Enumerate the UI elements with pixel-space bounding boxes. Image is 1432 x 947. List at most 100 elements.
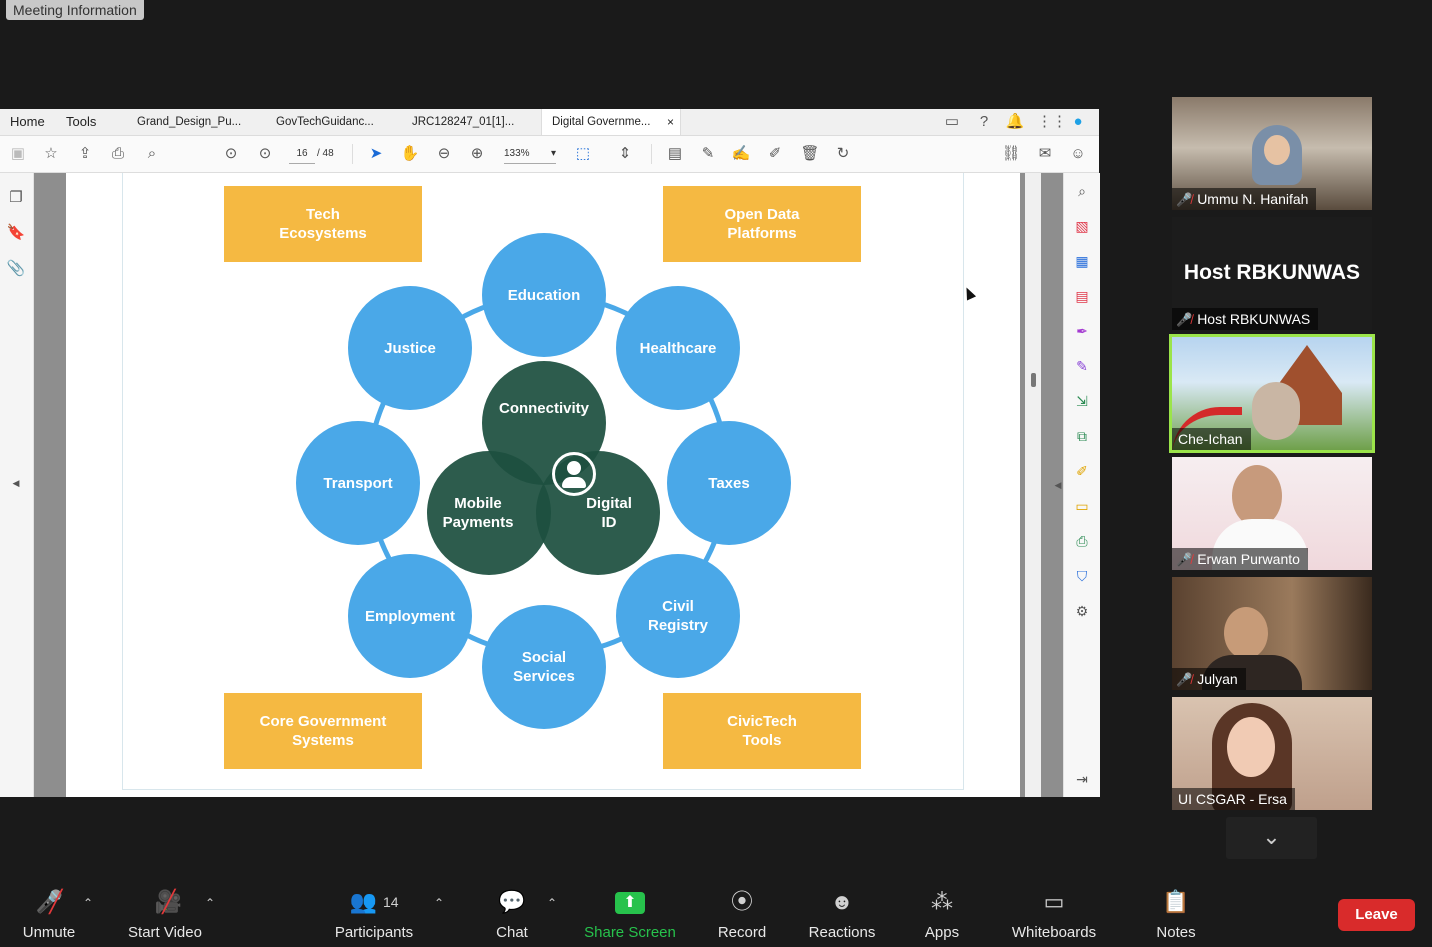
box-civictech-tools: CivicTech Tools xyxy=(663,693,861,769)
create-pdf-icon[interactable]: ▧ xyxy=(1072,216,1092,236)
zoom-in-icon[interactable]: ⊕ xyxy=(467,144,487,164)
user-share-icon[interactable]: ☺ xyxy=(1068,144,1088,164)
circle-employment: Employment xyxy=(348,554,472,678)
zoom-out-icon[interactable]: ⊖ xyxy=(434,144,454,164)
video-options-caret[interactable]: ⌃ xyxy=(205,896,215,910)
collapse-right-icon[interactable]: ◀ xyxy=(1048,475,1068,495)
share-screen-button[interactable]: ⬆ Share Screen xyxy=(582,884,678,941)
participants-options-caret[interactable]: ⌃ xyxy=(434,896,444,910)
compress-icon[interactable]: ⧉ xyxy=(1072,426,1092,446)
tab-jrc128247[interactable]: JRC128247_01[1]... xyxy=(412,109,522,135)
leave-button[interactable]: Leave xyxy=(1338,899,1415,931)
protect-icon[interactable]: ⛉ xyxy=(1072,566,1092,586)
edit-text-icon[interactable]: ✐ xyxy=(765,144,785,164)
organize-pages-icon[interactable]: ▤ xyxy=(1072,286,1092,306)
select-cursor-icon[interactable]: ➤ xyxy=(366,144,386,164)
reactions-button[interactable]: ☻ Reactions xyxy=(805,884,879,941)
comment-icon[interactable]: ▤ xyxy=(665,144,685,164)
expand-panel-icon[interactable]: ⇥ xyxy=(1072,769,1092,789)
collapse-left-icon[interactable]: ◀ xyxy=(6,473,26,493)
print-production-icon[interactable]: ⎙ xyxy=(1072,531,1092,551)
video-off-icon: 🎥╱ xyxy=(154,889,183,914)
prev-page-icon[interactable]: ⊙ xyxy=(221,144,241,164)
profile-icon[interactable]: ● xyxy=(1068,112,1088,132)
apps-grid-icon[interactable]: ⋮⋮ xyxy=(1037,112,1067,132)
fill-sign-icon[interactable]: ✎ xyxy=(1072,356,1092,376)
nav-home[interactable]: Home xyxy=(10,109,45,135)
search-icon[interactable]: ⌕ xyxy=(1072,181,1092,201)
export-pdf-icon[interactable]: ⇲ xyxy=(1072,391,1092,411)
muted-mic-icon: 🎤̸ xyxy=(1176,672,1193,687)
next-page-icon[interactable]: ⊙ xyxy=(255,144,275,164)
notes-button[interactable]: 📋 Notes xyxy=(1153,884,1199,941)
document-viewport[interactable]: Tech Ecosystems Open Data Platforms Core… xyxy=(34,173,1063,797)
more-tools-icon[interactable]: ⚙ xyxy=(1072,601,1092,621)
scroll-mode-icon[interactable]: ⇕ xyxy=(615,144,635,164)
unmute-button[interactable]: 🎤╱ Unmute xyxy=(18,884,80,941)
bell-icon[interactable]: 🔔 xyxy=(1005,112,1025,132)
share-screen-up-arrow-icon: ⬆ xyxy=(582,884,678,920)
chat-icon: 💬 xyxy=(498,889,526,914)
share-screen-icon[interactable]: ▭ xyxy=(942,112,962,132)
hand-tool-icon[interactable]: ✋ xyxy=(400,144,420,164)
tab-grand-design[interactable]: Grand_Design_Pu... xyxy=(137,109,247,135)
fit-page-icon[interactable]: ⬚ xyxy=(573,144,593,164)
zoom-search-icon[interactable]: ⌕ xyxy=(142,144,162,164)
comment-tool-icon[interactable]: ▭ xyxy=(1072,496,1092,516)
page-number-input[interactable]: 16 xyxy=(289,145,315,164)
page-total: / 48 xyxy=(317,148,334,159)
star-icon[interactable]: ☆ xyxy=(41,144,61,164)
box-tech-ecosystems: Tech Ecosystems xyxy=(224,186,422,262)
circle-social-services: Social Services xyxy=(482,605,606,729)
document-scrollbar[interactable] xyxy=(1025,173,1041,797)
box-open-data-platforms: Open Data Platforms xyxy=(663,186,861,262)
box-core-government-systems: Core Government Systems xyxy=(224,693,422,769)
email-icon[interactable]: ✉ xyxy=(1035,144,1055,164)
scroll-down-participants-button[interactable]: ⌄ xyxy=(1226,817,1317,859)
combine-files-icon[interactable]: ▦ xyxy=(1072,251,1092,271)
video-tile[interactable]: Host RBKUNWAS 🎤̸ Host RBKUNWAS xyxy=(1172,217,1372,330)
close-tab-icon[interactable]: × xyxy=(667,109,674,135)
video-tile[interactable]: UI CSGAR - Ersa xyxy=(1172,697,1372,810)
draw-icon[interactable]: ✍ xyxy=(731,144,751,164)
scroll-thumb[interactable] xyxy=(1031,373,1036,387)
start-video-button[interactable]: 🎥╱ Start Video xyxy=(122,884,208,941)
audio-options-caret[interactable]: ⌃ xyxy=(83,896,93,910)
attachment-icon[interactable]: 📎 xyxy=(6,259,26,279)
edit-pdf-icon[interactable]: ✐ xyxy=(1072,461,1092,481)
zoom-level-select[interactable]: 133% ▾ xyxy=(504,145,556,164)
video-tile[interactable]: 🎤̸ Erwan Purwanto xyxy=(1172,457,1372,570)
upload-icon[interactable]: ⇪ xyxy=(75,144,95,164)
record-button[interactable]: ⦿ Record xyxy=(715,884,769,941)
delete-icon[interactable]: 🗑 xyxy=(800,144,820,164)
muted-mic-icon: 🎤╱ xyxy=(35,889,64,914)
tab-govtech-guidance[interactable]: GovTechGuidanc... xyxy=(276,109,386,135)
highlight-pen-icon[interactable]: ✎ xyxy=(698,144,718,164)
muted-mic-icon: 🎤̸ xyxy=(1176,192,1193,207)
save-icon[interactable]: ▣ xyxy=(8,144,28,164)
pages-thumbnail-icon[interactable]: ❐ xyxy=(6,188,26,208)
print-icon[interactable]: ⎙ xyxy=(108,144,128,164)
whiteboards-button[interactable]: ▭ Whiteboards xyxy=(1008,884,1100,941)
rotate-icon[interactable]: ↻ xyxy=(833,144,853,164)
chat-options-caret[interactable]: ⌃ xyxy=(547,896,557,910)
apps-icon: ⁂ xyxy=(931,889,953,914)
request-signature-icon[interactable]: ✒ xyxy=(1072,321,1092,341)
bookmark-icon[interactable]: 🔖 xyxy=(6,223,26,243)
chevron-down-icon: ▾ xyxy=(550,148,556,159)
video-tile[interactable]: 🎤̸ Julyan xyxy=(1172,577,1372,690)
help-icon[interactable]: ? xyxy=(974,112,994,132)
link-icon[interactable]: ⛓ xyxy=(1001,144,1021,164)
circle-taxes: Taxes xyxy=(667,421,791,545)
participants-button[interactable]: 👥 14 Participants xyxy=(331,884,417,941)
nav-tools[interactable]: Tools xyxy=(66,109,96,135)
apps-button[interactable]: ⁂ Apps xyxy=(920,884,964,941)
video-tile[interactable]: 🎤̸ Ummu N. Hanifah xyxy=(1172,97,1372,210)
meeting-information-button[interactable]: Meeting Information xyxy=(6,0,144,20)
circle-civil-registry: Civil Registry xyxy=(616,554,740,678)
tab-digital-government[interactable]: Digital Governme... × xyxy=(541,109,681,135)
video-tile-active-speaker[interactable]: Che-Ichan xyxy=(1169,334,1375,453)
chat-button[interactable]: 💬 Chat xyxy=(490,884,534,941)
chevron-down-icon: ⌄ xyxy=(1262,824,1281,849)
pdf-toolbar: ▣ ☆ ⇪ ⎙ ⌕ ⊙ ⊙ 16 / 48 ➤ ✋ ⊖ ⊕ 133% ▾ ⬚ ⇕… xyxy=(0,136,1099,173)
